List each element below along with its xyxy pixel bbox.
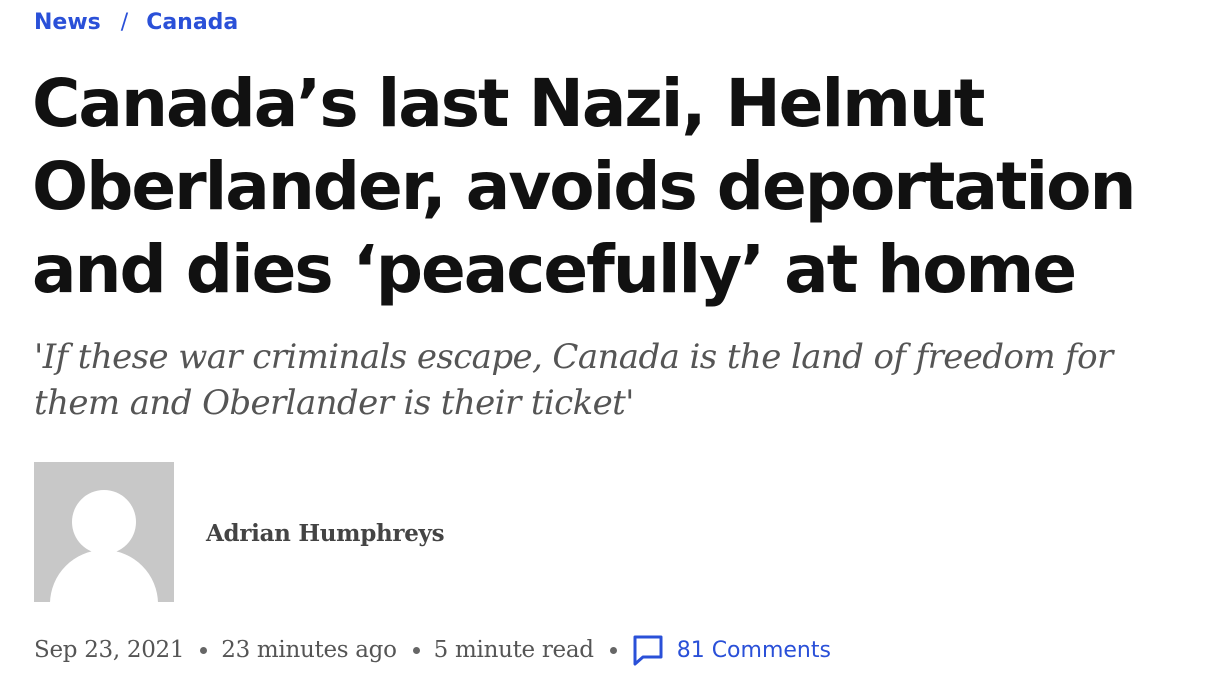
article-subheadline: 'If these war criminals escape, Canada i… <box>34 337 1113 423</box>
comments-count-label: 81 Comments <box>676 637 831 663</box>
breadcrumb-link-canada[interactable]: Canada <box>146 10 238 35</box>
meta-separator-dot <box>609 646 617 654</box>
avatar-head-shape <box>72 490 136 554</box>
article-headline: Canada’s last Nazi, Helmut Oberlander, a… <box>32 65 1136 308</box>
article-meta: Sep 23, 2021 23 minutes ago 5 minute rea… <box>34 632 831 668</box>
read-time: 5 minute read <box>433 637 594 663</box>
comment-bubble-icon <box>633 635 663 666</box>
comments-link[interactable]: 81 Comments <box>631 633 831 667</box>
breadcrumb: News / Canada <box>34 8 238 38</box>
meta-separator-dot <box>412 646 420 654</box>
relative-time: 23 minutes ago <box>221 637 397 663</box>
meta-separator-dot <box>200 646 208 654</box>
breadcrumb-separator: / <box>120 10 129 35</box>
avatar-shoulders-shape <box>50 550 158 602</box>
breadcrumb-link-news[interactable]: News <box>34 10 101 35</box>
default-avatar-icon[interactable] <box>34 462 174 602</box>
author-name-link[interactable]: Adrian Humphreys <box>206 520 445 547</box>
author-block: Adrian Humphreys <box>34 462 445 602</box>
publish-date: Sep 23, 2021 <box>34 637 185 663</box>
